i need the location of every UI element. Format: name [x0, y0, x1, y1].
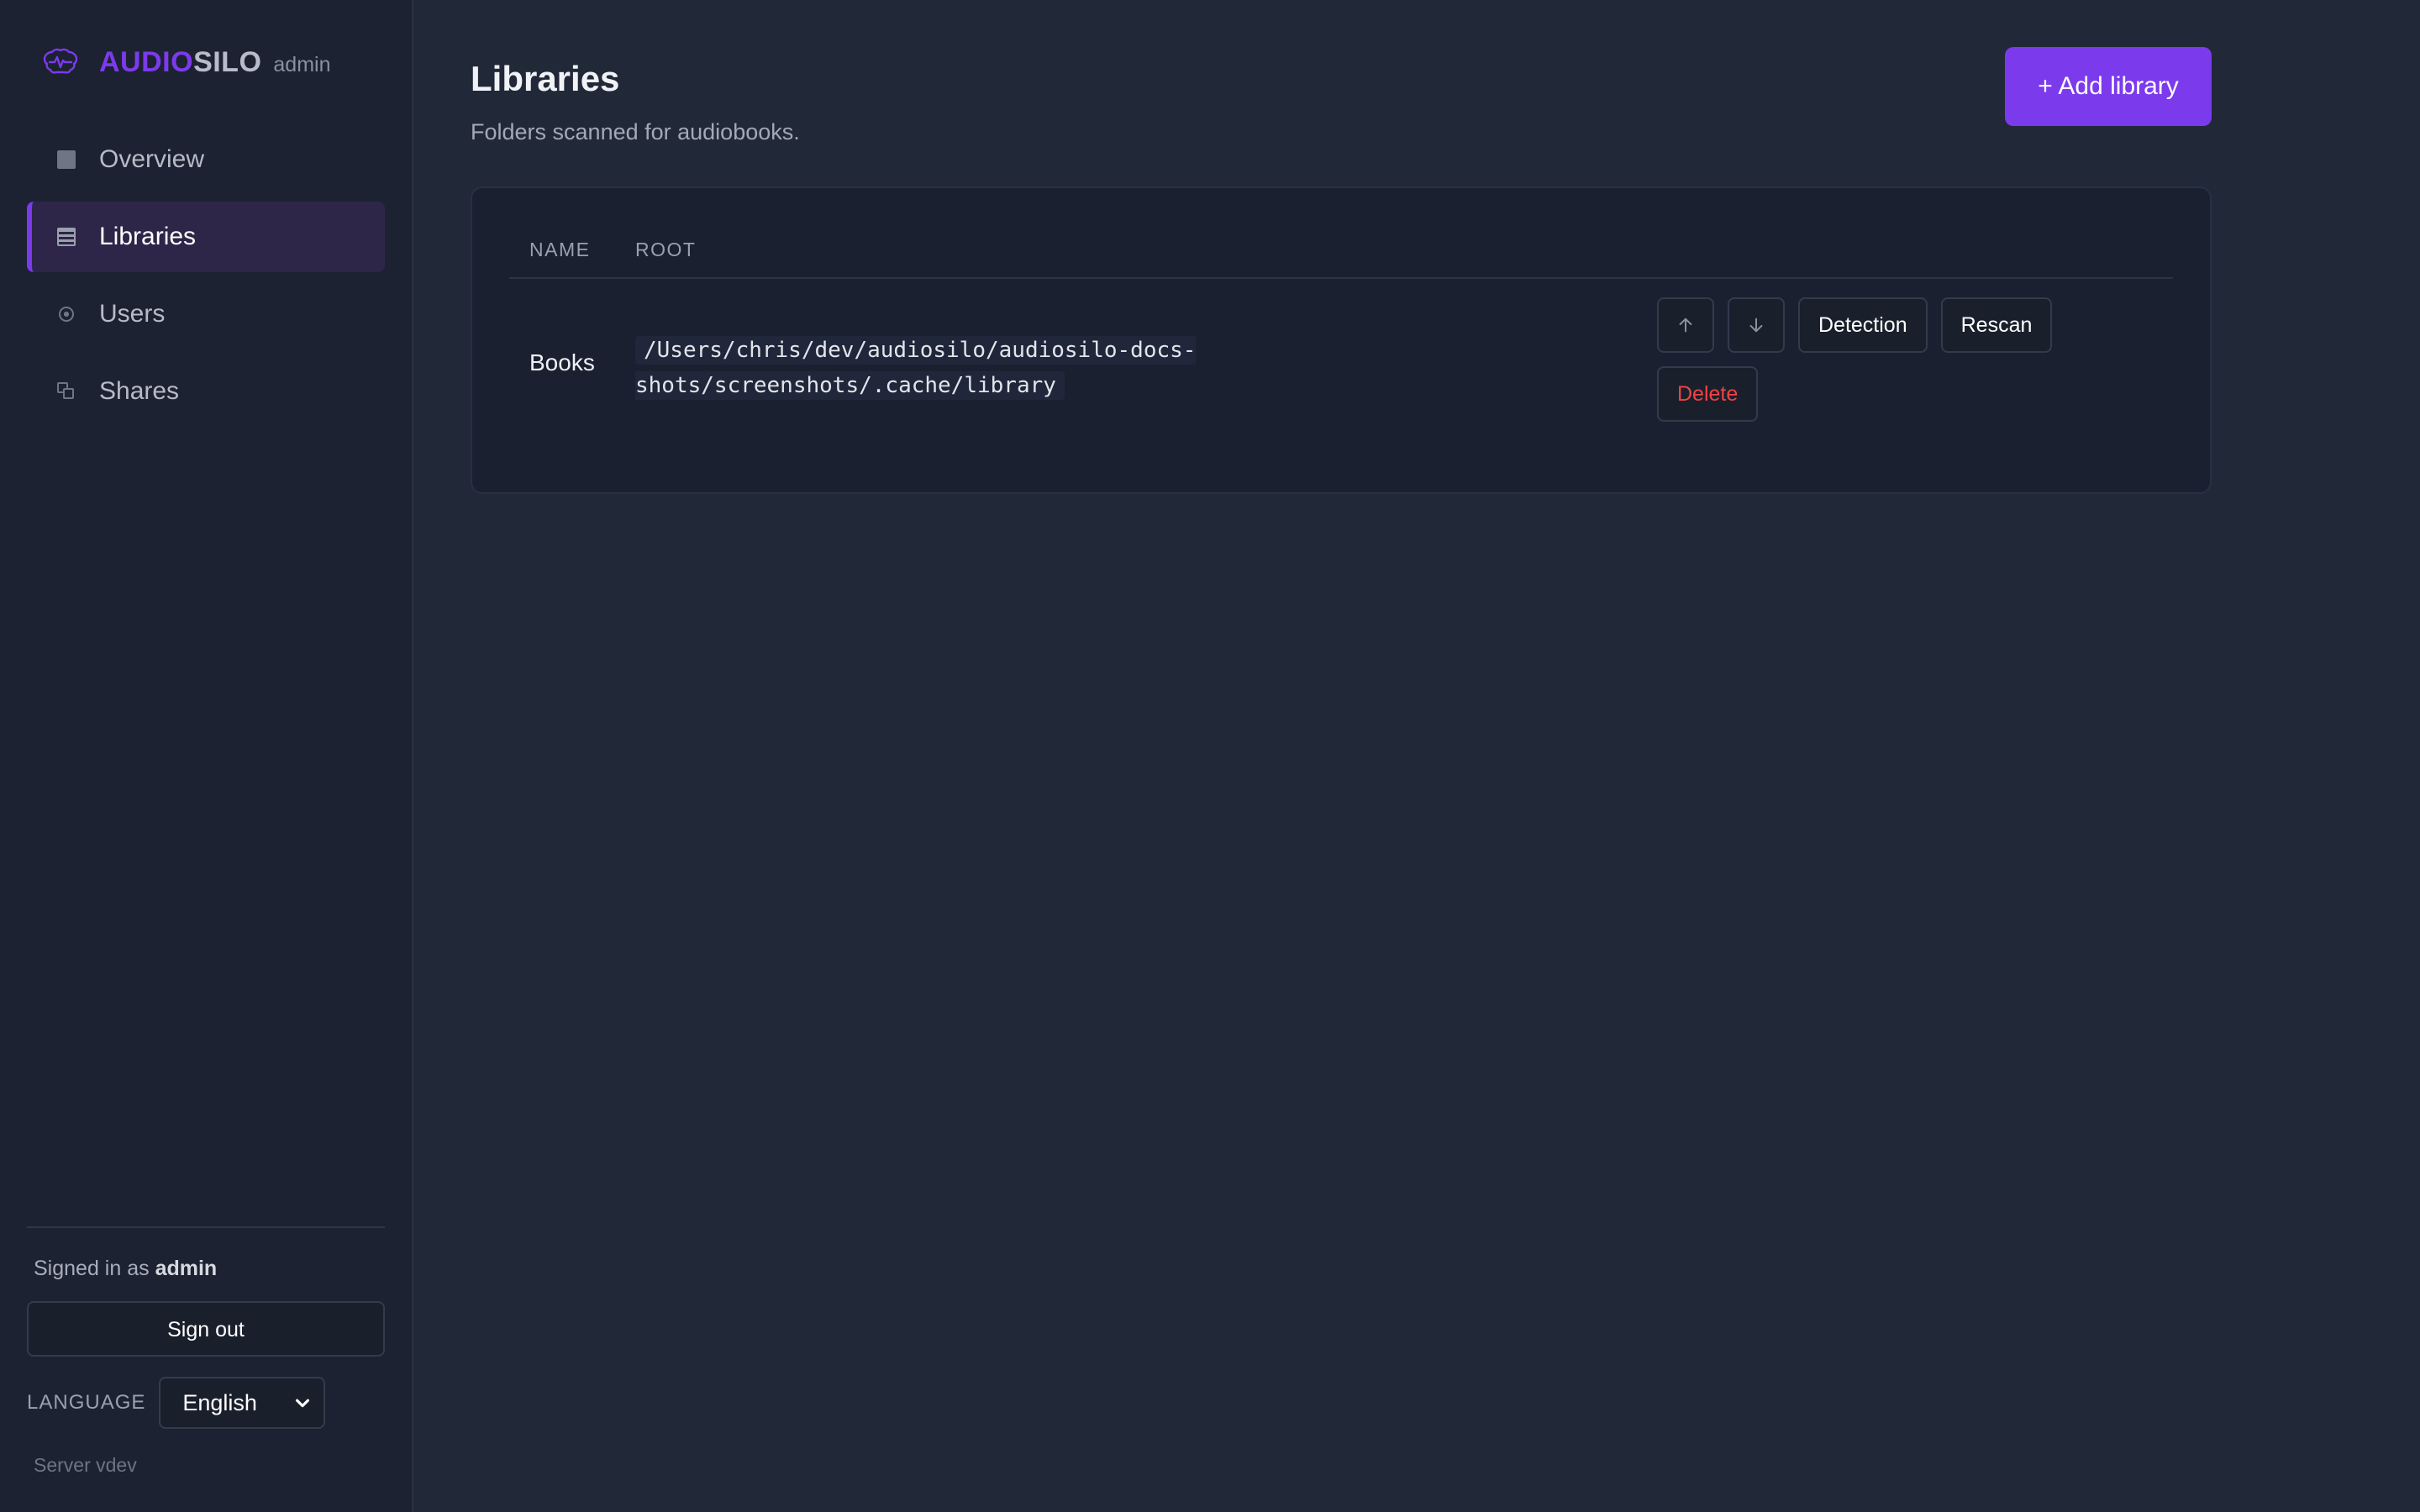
sidebar-nav: Overview Libraries Users Shares: [27, 124, 385, 427]
server-version: Server vdev: [34, 1454, 137, 1476]
signed-in-prefix: Signed in as: [34, 1257, 150, 1280]
move-up-button[interactable]: [1657, 297, 1714, 353]
sidebar-footer: Signed in as admin Sign out LANGUAGE Eng…: [27, 1226, 385, 1512]
table-row: Books /Users/chris/dev/audiosilo/audiosi…: [509, 279, 2173, 450]
sidebar-item-label: Shares: [99, 377, 180, 405]
sidebar: AUDIO SILO admin Overview Libraries Users…: [0, 0, 413, 1512]
brand-subtitle: admin: [273, 52, 331, 76]
brand[interactable]: AUDIO SILO admin: [27, 0, 385, 124]
main-content: Libraries Folders scanned for audiobooks…: [413, 0, 2420, 1512]
page-title: Libraries: [471, 59, 620, 98]
chevron-down-icon: [296, 1399, 310, 1408]
app: AUDIO SILO admin Overview Libraries Users…: [0, 0, 2420, 1512]
arrow-up-icon: [1679, 318, 1692, 333]
table-header: NAME ROOT: [509, 222, 2173, 279]
brand-name-silo: SILO: [193, 45, 262, 78]
sidebar-item-shares[interactable]: Shares: [27, 356, 385, 427]
square-icon: [57, 150, 76, 169]
circle-icon: [59, 307, 74, 322]
library-root-path: /Users/chris/dev/audiosilo/audiosilo-doc…: [635, 333, 1223, 403]
sidebar-item-label: Users: [99, 300, 166, 328]
delete-button[interactable]: Delete: [1657, 366, 1759, 422]
add-library-button[interactable]: + Add library: [2005, 47, 2212, 126]
copy-icon: [57, 382, 76, 401]
detection-button[interactable]: Detection: [1798, 297, 1928, 353]
sign-out-button[interactable]: Sign out: [27, 1301, 385, 1357]
sidebar-item-users[interactable]: Users: [27, 279, 385, 349]
sidebar-item-label: Libraries: [99, 223, 197, 250]
row-actions: Detection Rescan Delete: [1657, 297, 2111, 435]
column-header-root: ROOT: [635, 238, 697, 260]
signed-in-user: admin: [155, 1257, 218, 1280]
library-root-code: /Users/chris/dev/audiosilo/audiosilo-doc…: [635, 336, 1197, 400]
libraries-table-card: NAME ROOT Books /Users/chris/dev/audiosi…: [471, 186, 2212, 494]
sidebar-item-overview[interactable]: Overview: [27, 124, 385, 195]
rescan-button[interactable]: Rescan: [1940, 297, 2053, 353]
column-header-name: NAME: [529, 238, 591, 260]
brand-name-audio: AUDIO: [99, 45, 194, 78]
brain-waveform-icon: [43, 48, 78, 74]
page-header: Libraries Folders scanned for audiobooks…: [471, 0, 2212, 186]
language-row: LANGUAGE English: [27, 1377, 385, 1429]
sidebar-item-libraries[interactable]: Libraries: [27, 202, 385, 272]
language-label: LANGUAGE: [27, 1391, 146, 1414]
language-select[interactable]: English: [159, 1377, 326, 1429]
arrow-down-icon: [1749, 318, 1763, 333]
sidebar-item-label: Overview: [99, 145, 205, 173]
move-down-button[interactable]: [1728, 297, 1785, 353]
language-select-value: English: [182, 1389, 257, 1415]
signed-in-text: Signed in as admin: [27, 1257, 385, 1281]
library-name: Books: [529, 349, 595, 375]
list-icon: [57, 228, 76, 246]
page-subtitle: Folders scanned for audiobooks.: [471, 119, 800, 144]
